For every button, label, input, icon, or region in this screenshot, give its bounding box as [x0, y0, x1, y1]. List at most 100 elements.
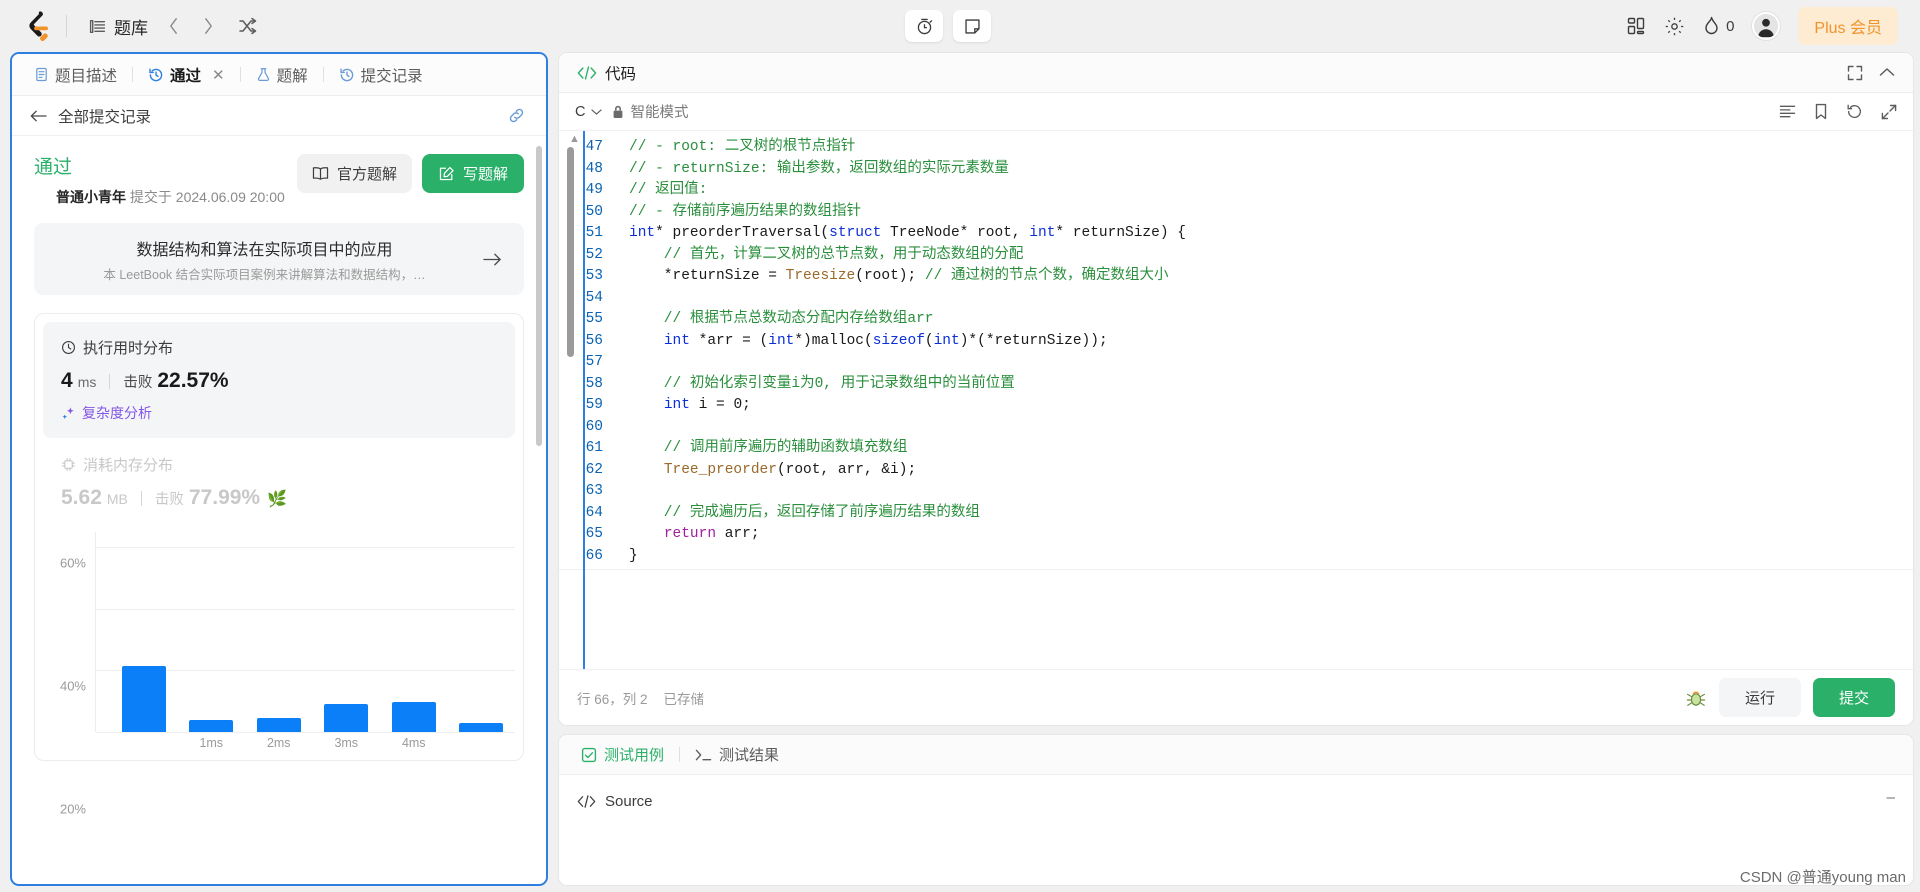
code-editor[interactable]: ▲ 47// - root: 二叉树的根节点指针 48// - returnSiz…	[559, 131, 1913, 669]
test-panel-body: ‒ Source	[559, 775, 1913, 885]
arrow-left-icon[interactable]	[30, 109, 47, 123]
chart-bar[interactable]	[324, 704, 369, 732]
run-button[interactable]: 运行	[1718, 678, 1801, 717]
arrow-right-icon[interactable]	[483, 252, 502, 267]
left-scrollbar[interactable]	[536, 146, 542, 446]
leetbook-card[interactable]: 数据结构和算法在实际项目中的应用 本 LeetBook 结合实际项目案例来讲解算…	[34, 223, 524, 295]
code-scrollbar[interactable]	[567, 147, 574, 357]
language-label: C	[575, 103, 586, 120]
saved-status: 已存储	[663, 691, 705, 707]
editor-left-edge	[583, 131, 585, 669]
terminal-icon	[695, 748, 712, 762]
verdict-block: 通过 普通小青年 提交于 2024.06.09 20:00	[34, 152, 285, 207]
plus-membership-label: Plus 会员	[1814, 20, 1882, 37]
tab-test-results[interactable]: 测试结果	[691, 741, 783, 768]
nav-next-button[interactable]	[191, 11, 226, 41]
tab-submissions[interactable]: 提交记录	[333, 60, 429, 90]
complexity-analysis-link[interactable]: 复杂度分析	[61, 403, 497, 423]
right-pane: 代码 C 智能模式 ▲ 47 // - root: 二叉树的根节点指针 48 /…	[558, 52, 1914, 886]
link-icon[interactable]	[507, 106, 526, 125]
smart-mode-label: 智能模式	[630, 105, 689, 121]
language-selector[interactable]: C	[575, 103, 603, 120]
tab-accepted[interactable]: 通过 ✕	[142, 60, 231, 90]
fullscreen-icon[interactable]	[1847, 65, 1863, 81]
nav-prev-button[interactable]	[156, 11, 191, 41]
tab-submissions-label: 提交记录	[360, 67, 423, 85]
chart-bar-cell[interactable]	[313, 532, 381, 732]
submit-button-label: 提交	[1838, 690, 1869, 707]
debug-icon[interactable]	[1685, 688, 1707, 708]
expand-icon[interactable]	[1881, 104, 1897, 120]
problem-list-button[interactable]: 题库	[81, 9, 156, 44]
close-icon[interactable]: ✕	[212, 66, 225, 84]
editor-status: 行 66，列 2 已存储	[577, 688, 704, 708]
scroll-up-arrow-icon[interactable]: ▲	[569, 133, 580, 145]
code-line: 52 // 首先，计算二叉树的总节点数，用于动态数组的分配	[559, 245, 1913, 267]
chart-bar-cell[interactable]	[245, 532, 313, 732]
code-line: 61 // 调用前序遍历的辅助函数填充数组	[559, 438, 1913, 460]
avatar[interactable]	[1752, 12, 1781, 40]
submit-button[interactable]: 提交	[1812, 678, 1895, 717]
submission-meta: 普通小青年 提交于 2024.06.09 20:00	[34, 187, 285, 207]
complexity-analysis-label: 复杂度分析	[82, 405, 152, 421]
chart-bar[interactable]	[459, 722, 504, 732]
line-number: 61	[585, 440, 603, 456]
chart-bar-cell[interactable]	[448, 532, 516, 732]
submission-author[interactable]: 普通小青年	[56, 189, 126, 205]
chevron-up-icon[interactable]	[1879, 67, 1895, 78]
reset-icon[interactable]	[1846, 103, 1863, 120]
pane-divider[interactable]	[548, 52, 558, 886]
runtime-beat-value: 22.57%	[157, 369, 229, 392]
flame-streak[interactable]: 0	[1703, 16, 1734, 36]
code-text: Tree_preorder(root, arr, &i);	[663, 461, 917, 478]
runtime-distribution-chart: 0% 20% 40% 60% 1ms 2ms 3ms 4ms	[43, 532, 516, 816]
tab-description-label: 题目描述	[55, 67, 118, 85]
code-line: 66}	[559, 546, 1913, 568]
code-line: 50// - 存储前序遍历结果的数组指针	[559, 202, 1913, 224]
plus-membership-button[interactable]: Plus 会员	[1798, 7, 1898, 45]
gear-icon[interactable]	[1664, 16, 1685, 37]
source-row[interactable]: Source	[577, 793, 1895, 810]
chart-bar[interactable]	[189, 719, 234, 732]
chart-bar[interactable]	[121, 665, 166, 732]
code-text: // 初始化索引变量i为0, 用于记录数组中的当前位置	[629, 375, 1015, 392]
code-line: 64 // 完成遍历后，返回存储了前序遍历结果的数组	[559, 503, 1913, 525]
bookmark-icon[interactable]	[1814, 103, 1828, 120]
note-icon[interactable]	[953, 10, 992, 42]
smart-mode-toggle[interactable]: 智能模式	[612, 101, 688, 122]
memory-beat-label: 击败	[154, 492, 184, 508]
runtime-stat-value-row: 4 ms 击败 22.57%	[61, 369, 497, 393]
shuffle-icon[interactable]	[226, 11, 270, 41]
tab-description[interactable]: 题目描述	[28, 60, 123, 90]
edit-icon	[438, 166, 455, 182]
code-text: // - 存储前序遍历结果的数组指针	[629, 203, 862, 220]
breadcrumb-label[interactable]: 全部提交记录	[58, 105, 151, 127]
chart-bar[interactable]	[391, 701, 436, 732]
minus-icon[interactable]: ‒	[1887, 789, 1895, 806]
main-area: 题目描述 通过 ✕ 题解 提交记录 全部提交记录 通过 普通小青年 提交于 20…	[0, 52, 1920, 892]
clap-emoji: 🌿	[267, 491, 288, 508]
grid-icon[interactable]	[1626, 16, 1646, 36]
submission-summary: 通过 普通小青年 提交于 2024.06.09 20:00 官方题解 写题解	[34, 152, 524, 207]
tab-testcases[interactable]: 测试用例	[577, 741, 668, 768]
write-solution-button[interactable]: 写题解	[421, 154, 524, 193]
official-solution-label: 官方题解	[336, 166, 397, 183]
chip-icon	[61, 457, 76, 472]
flame-count: 0	[1726, 17, 1735, 35]
chart-bar-cell[interactable]	[178, 532, 246, 732]
chart-bar[interactable]	[256, 718, 301, 732]
format-icon[interactable]	[1779, 104, 1796, 119]
code-line: 58 // 初始化索引变量i为0, 用于记录数组中的当前位置	[559, 374, 1913, 396]
leetcode-logo-icon[interactable]	[22, 11, 52, 41]
timer-icon[interactable]	[905, 10, 944, 42]
value-separator	[109, 373, 111, 389]
line-number: 59	[585, 397, 603, 413]
memory-unit: MB	[106, 491, 128, 507]
chart-bar-cell[interactable]	[110, 532, 178, 732]
tab-solutions[interactable]: 题解	[250, 60, 314, 90]
chart-bar-cell[interactable]	[380, 532, 448, 732]
code-line: 47// - root: 二叉树的根节点指针	[559, 137, 1913, 159]
official-solution-button[interactable]: 官方题解	[296, 154, 412, 193]
